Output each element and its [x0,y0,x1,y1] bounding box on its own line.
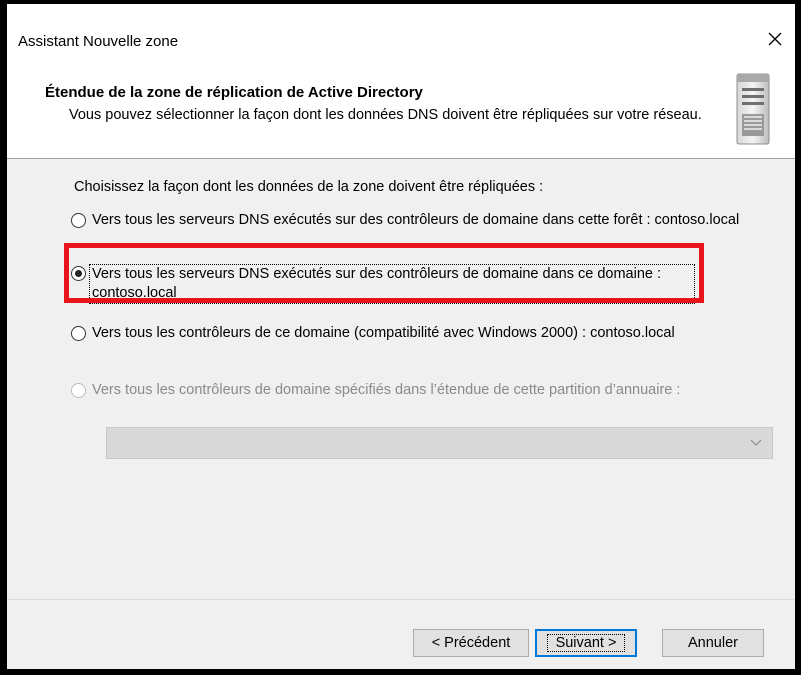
option-forest-dns-servers[interactable]: Vers tous les serveurs DNS exécutés sur … [71,211,782,245]
cancel-button[interactable]: Annuler [662,629,764,657]
partition-dropdown [106,427,773,459]
chevron-down-icon [750,439,762,446]
radio-button[interactable] [71,326,86,341]
page-title: Étendue de la zone de réplication de Act… [45,84,423,101]
option-directory-partition: Vers tous les contrôleurs de domaine spé… [71,381,782,400]
option-label: Vers tous les contrôleurs de ce domaine … [92,325,675,341]
next-button[interactable]: Suivant > [535,629,637,657]
wizard-header: Étendue de la zone de réplication de Act… [7,60,795,159]
wizard-footer: < Précédent Suivant > Annuler [7,599,795,669]
page-description: Vous pouvez sélectionner la façon dont l… [69,107,702,123]
previous-button[interactable]: < Précédent [413,629,529,657]
highlight-box [64,243,704,303]
wizard-body: Choisissez la façon dont les données de … [7,159,795,599]
replication-prompt: Choisissez la façon dont les données de … [74,179,544,195]
new-zone-wizard-dialog: Assistant Nouvelle zone Étendue de la zo… [7,4,795,669]
close-button[interactable] [755,22,795,56]
title-bar: Assistant Nouvelle zone [7,4,795,60]
next-button-label: Suivant > [546,634,626,652]
option-domain-controllers-w2000[interactable]: Vers tous les contrôleurs de ce domaine … [71,324,782,343]
option-label: Vers tous les serveurs DNS exécutés sur … [92,212,740,228]
radio-button-disabled [71,383,86,398]
cancel-button-label: Annuler [688,635,738,651]
previous-button-label: < Précédent [431,635,511,651]
radio-button[interactable] [71,213,86,228]
server-icon [736,73,770,145]
window-title: Assistant Nouvelle zone [18,33,179,50]
option-label: Vers tous les contrôleurs de domaine spé… [92,382,681,398]
close-icon [768,32,782,46]
